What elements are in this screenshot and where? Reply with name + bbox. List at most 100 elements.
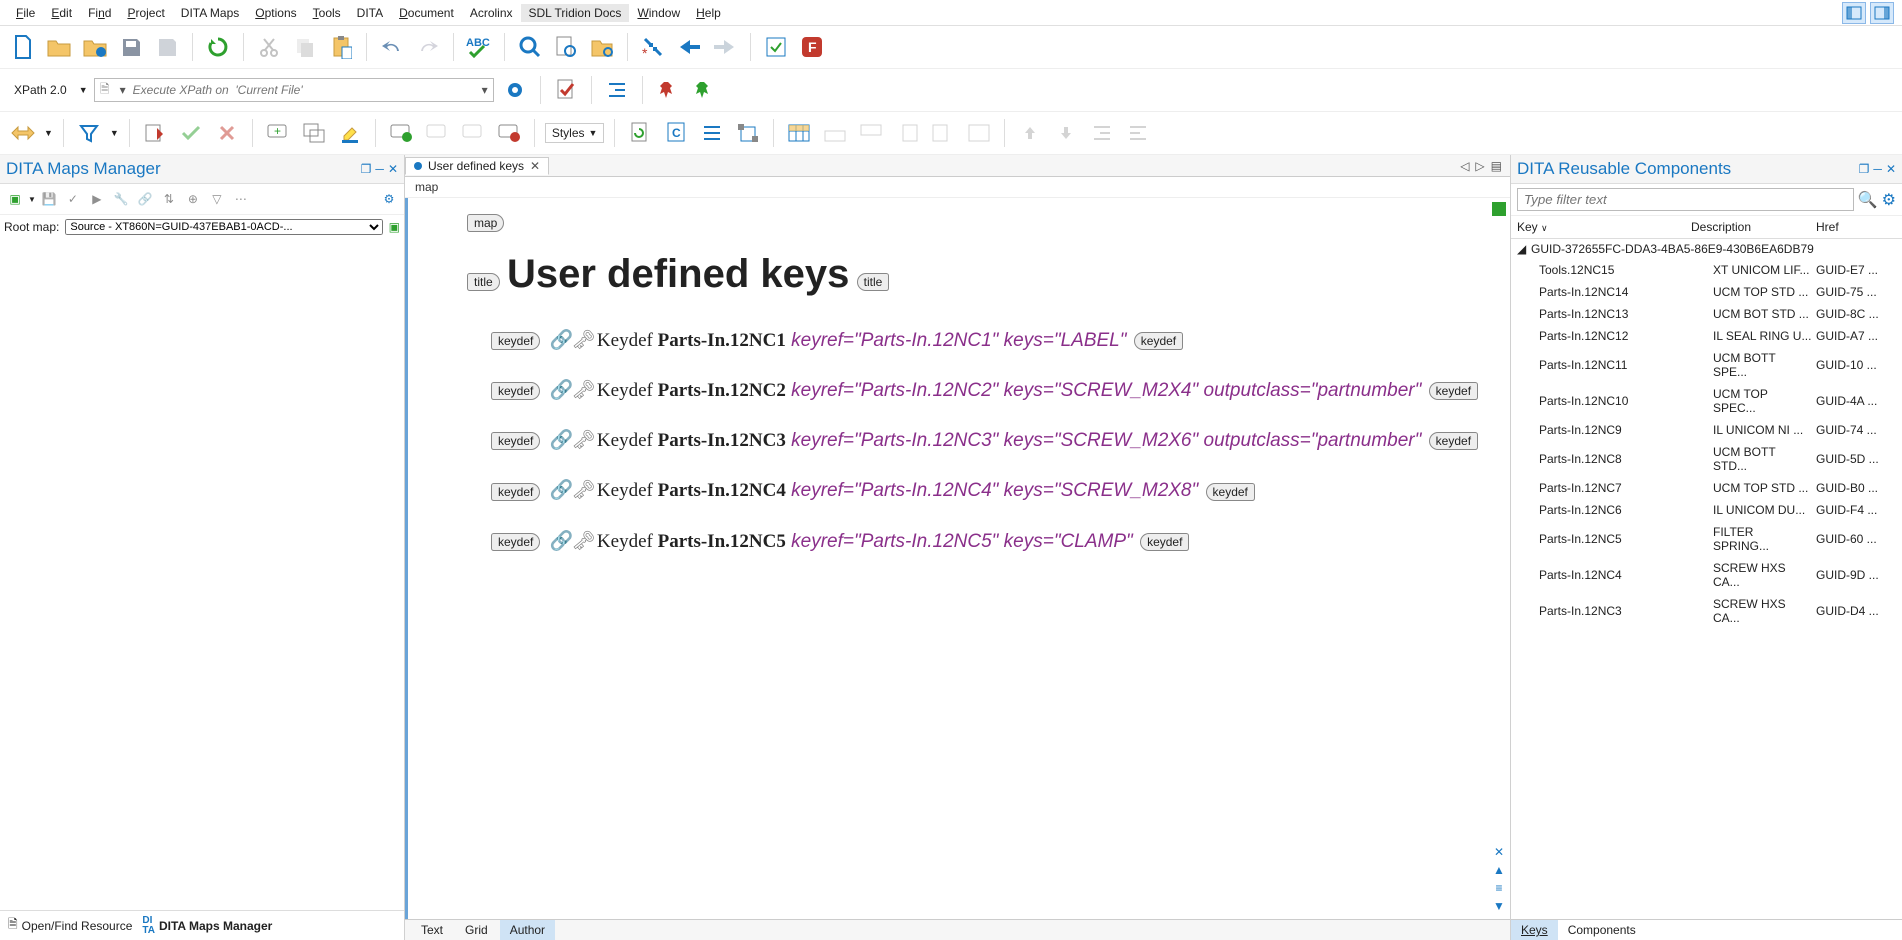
map-settings-icon[interactable]: ⚙ [378, 188, 400, 210]
filter-settings-icon[interactable]: ⚙ [1882, 190, 1896, 210]
conref-icon[interactable]: C [661, 118, 691, 148]
cut-icon[interactable] [254, 32, 284, 62]
f-badge-icon[interactable]: F [797, 32, 827, 62]
keydef-close-tag[interactable]: keydef [1429, 432, 1478, 450]
move-up-icon[interactable] [1015, 118, 1045, 148]
menu-tools[interactable]: Tools [305, 4, 349, 22]
open-url-icon[interactable] [80, 32, 110, 62]
tab-close-icon[interactable]: ✕ [530, 159, 540, 173]
track-changes-icon[interactable] [140, 118, 170, 148]
map-insert-icon[interactable]: ⊕ [182, 188, 204, 210]
component-row[interactable]: Parts-In.12NC10UCM TOP SPEC...GUID-4A ..… [1511, 383, 1902, 419]
component-row[interactable]: Parts-In.12NC4SCREW HXS CA...GUID-9D ... [1511, 557, 1902, 593]
move-down-icon[interactable] [1051, 118, 1081, 148]
component-row[interactable]: Parts-In.12NC13UCM BOT STD ...GUID-8C ..… [1511, 303, 1902, 325]
scroll-up-icon[interactable]: ▲ [1493, 863, 1505, 877]
tab-list-icon[interactable]: ▤ [1491, 159, 1502, 173]
find-in-folder-icon[interactable] [587, 32, 617, 62]
component-row[interactable]: Parts-In.12NC11UCM BOTT SPE...GUID-10 ..… [1511, 347, 1902, 383]
scroll-close-icon[interactable]: ✕ [1494, 845, 1504, 859]
map-open-tag[interactable]: map [467, 214, 504, 232]
redo-icon[interactable] [413, 32, 443, 62]
open-folder-icon[interactable] [44, 32, 74, 62]
add-comment-icon[interactable]: + [263, 118, 293, 148]
xpath-input-container[interactable]: 🗎 ▾ ▾ [94, 78, 494, 102]
styles-dropdown[interactable]: Styles▼ [545, 123, 605, 143]
keydef-open-tag[interactable]: keydef [491, 332, 540, 350]
keydef-row[interactable]: keydef 🔗🗝 Keydef Parts-In.12NC4 keyref="… [489, 473, 1490, 509]
component-row[interactable]: Parts-In.12NC8UCM BOTT STD...GUID-5D ... [1511, 441, 1902, 477]
expand-collapse-icon[interactable]: ◢ [1517, 242, 1527, 256]
validate-doc-icon[interactable] [551, 75, 581, 105]
keydef-close-tag[interactable]: keydef [1140, 533, 1189, 551]
map-save-icon[interactable]: 💾 [38, 188, 60, 210]
mode-tab-text[interactable]: Text [411, 920, 453, 940]
key-icon[interactable]: 🗝 [572, 323, 590, 359]
keydef-row[interactable]: keydef 🔗🗝 Keydef Parts-In.12NC2 keyref="… [489, 373, 1490, 409]
xpath-scope-caret-icon[interactable]: ▾ [115, 83, 131, 97]
link-icon[interactable]: 🔗 [550, 373, 568, 409]
link-icon[interactable]: 🔗 [550, 323, 568, 359]
copy-icon[interactable] [290, 32, 320, 62]
key-icon[interactable]: 🗝 [572, 423, 590, 459]
demote-icon[interactable] [1123, 118, 1153, 148]
paste-icon[interactable] [326, 32, 356, 62]
comment-edit-icon[interactable] [422, 118, 452, 148]
col-href[interactable]: Href [1816, 220, 1896, 234]
nav-back-icon[interactable] [674, 32, 704, 62]
component-row[interactable]: Parts-In.12NC7UCM TOP STD ...GUID-B0 ... [1511, 477, 1902, 499]
keydef-row[interactable]: keydef 🔗🗝 Keydef Parts-In.12NC3 keyref="… [489, 423, 1490, 459]
highlight-icon[interactable] [335, 118, 365, 148]
menu-document[interactable]: Document [391, 4, 462, 22]
copy-comment-icon[interactable] [299, 118, 329, 148]
tab-keys[interactable]: Keys [1511, 920, 1558, 940]
filter-icon[interactable] [74, 118, 104, 148]
link-icon[interactable]: 🔗 [550, 473, 568, 509]
filter-input[interactable] [1517, 188, 1854, 211]
title-open-tag[interactable]: title [467, 273, 500, 291]
component-row[interactable]: Parts-In.12NC5FILTER SPRING...GUID-60 ..… [1511, 521, 1902, 557]
indent-icon[interactable] [602, 75, 632, 105]
spellcheck-icon[interactable]: ABC [464, 32, 494, 62]
xpath-history-caret-icon[interactable]: ▾ [477, 83, 493, 97]
table-col-right-icon[interactable] [928, 118, 958, 148]
col-description[interactable]: Description [1691, 220, 1812, 234]
col-key[interactable]: Key ∨ [1517, 220, 1687, 234]
panel-minimize-icon[interactable]: ─ [375, 162, 384, 176]
key-icon[interactable]: 🗝 [572, 373, 590, 409]
mode-tab-grid[interactable]: Grid [455, 920, 498, 940]
align-icon[interactable] [697, 118, 727, 148]
refresh-icon[interactable] [203, 32, 233, 62]
menu-window[interactable]: Window [629, 4, 688, 22]
comment-plus-icon[interactable] [386, 118, 416, 148]
save-icon[interactable] [116, 32, 146, 62]
keydef-open-tag[interactable]: keydef [491, 432, 540, 450]
comment-delete-icon[interactable] [458, 118, 488, 148]
menu-find[interactable]: Find [80, 4, 119, 22]
tab-next-icon[interactable]: ▷ [1475, 159, 1484, 173]
filter-search-icon[interactable]: 🔍 [1858, 190, 1878, 210]
map-link-icon[interactable]: 🔗 [134, 188, 156, 210]
editor-tab-user-defined-keys[interactable]: User defined keys ✕ [405, 157, 549, 175]
nav-forward-icon[interactable] [710, 32, 740, 62]
map-validate-icon[interactable]: ✓ [62, 188, 84, 210]
map-more-icon[interactable]: ⋯ [230, 188, 252, 210]
perspective-1-icon[interactable] [1842, 2, 1866, 24]
table-delete-icon[interactable] [964, 118, 994, 148]
breadcrumb[interactable]: map [405, 177, 1510, 198]
mode-tab-author[interactable]: Author [500, 920, 555, 940]
map-wrench-icon[interactable]: 🔧 [110, 188, 132, 210]
scroll-down-icon[interactable]: ▼ [1493, 899, 1505, 913]
search-icon[interactable] [515, 32, 545, 62]
keydef-close-tag[interactable]: keydef [1206, 483, 1255, 501]
component-row[interactable]: Parts-In.12NC14UCM TOP STD ...GUID-75 ..… [1511, 281, 1902, 303]
right-panel-restore-icon[interactable]: ❐ [1859, 162, 1870, 176]
pin-green-icon[interactable] [689, 75, 719, 105]
tag-mode-icon[interactable] [8, 118, 38, 148]
map-run-icon[interactable]: ▶ [86, 188, 108, 210]
menu-dita[interactable]: DITA [349, 4, 391, 22]
component-row[interactable]: Tools.12NC15XT UNICOM LIF...GUID-E7 ... [1511, 259, 1902, 281]
table-col-left-icon[interactable] [892, 118, 922, 148]
insert-element-icon[interactable] [733, 118, 763, 148]
menu-options[interactable]: Options [247, 4, 304, 22]
